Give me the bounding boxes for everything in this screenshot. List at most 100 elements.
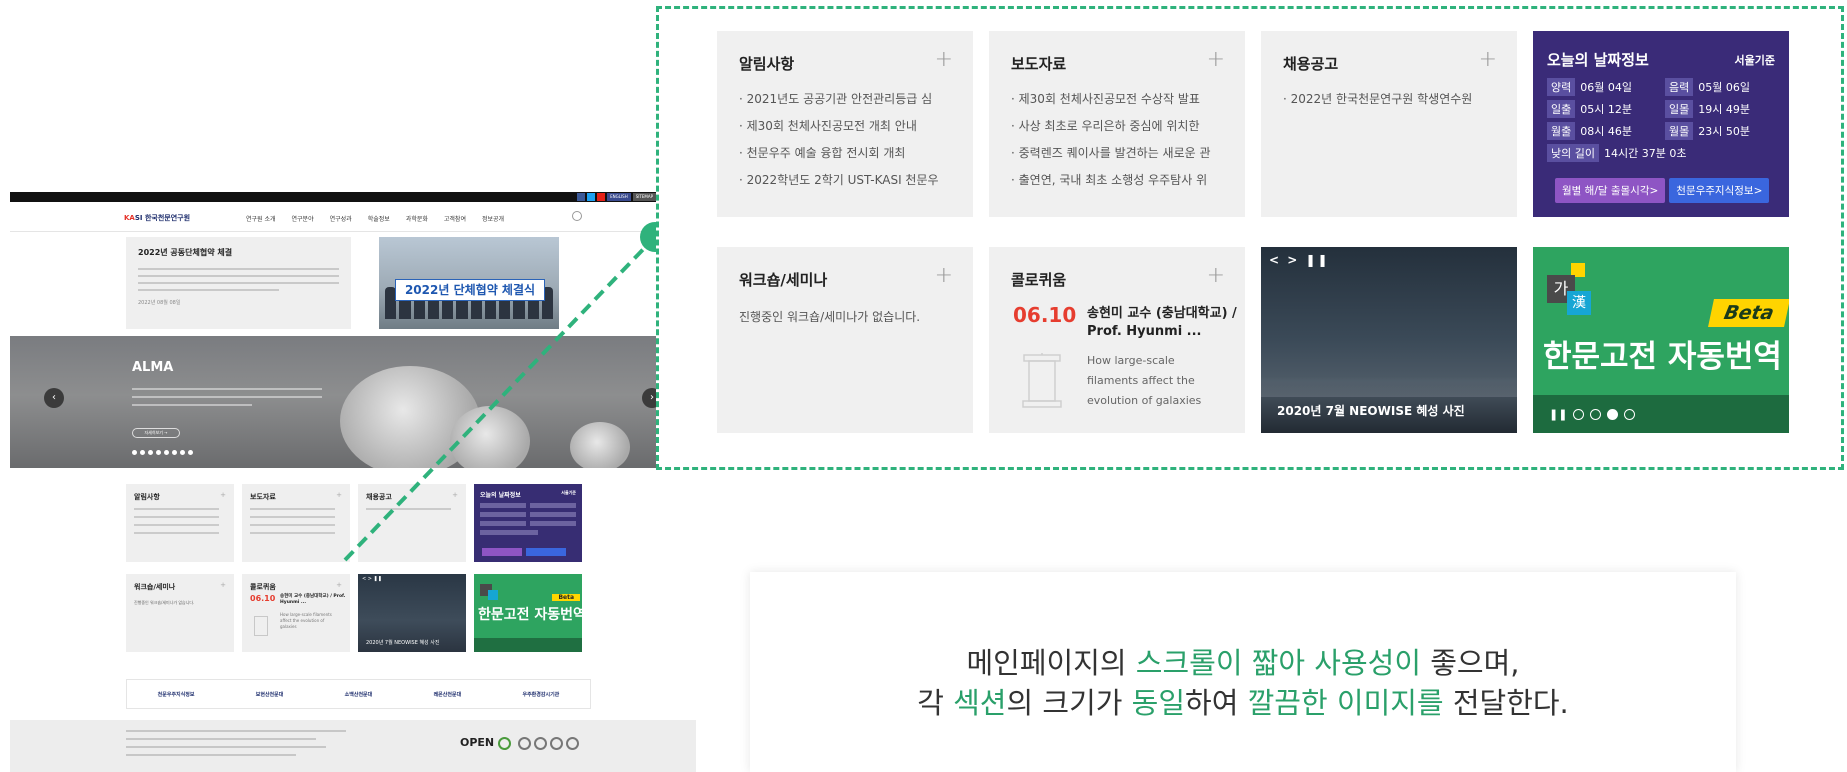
- list-item[interactable]: · 2022학년도 2학기 UST-KASI 천문우: [739, 167, 951, 194]
- thumb-photo-banner: 2022년 단체협약 체결식: [395, 279, 545, 301]
- thumb-notice-box[interactable]: 2022년 공동단체협약 체결 2022년 08월 08일: [126, 237, 351, 329]
- thumb-org-logo[interactable]: 보현산천문대: [256, 691, 284, 698]
- list-item[interactable]: · 제30회 천체사진공모전 수상작 발표: [1011, 86, 1223, 113]
- thumb-text-line: [138, 275, 339, 277]
- pager-dot-active[interactable]: [1607, 409, 1619, 420]
- thumb-nav-item[interactable]: 연구분야: [292, 214, 314, 223]
- moon-times-button[interactable]: 월별 해/달 출몰시각>: [1555, 178, 1666, 203]
- thumb-logo[interactable]: KASI 한국천문연구원: [124, 213, 190, 223]
- facebook-icon[interactable]: [577, 193, 586, 201]
- cert-badge-icon: [534, 737, 547, 750]
- thumb-nav: 연구원 소개 연구분야 연구성과 학술정보 과학문화 고객참여 정보공개: [246, 214, 504, 223]
- pager-dot[interactable]: [1590, 409, 1602, 420]
- plus-icon[interactable]: +: [220, 581, 226, 589]
- thumb-nav-item[interactable]: 연구성과: [330, 214, 352, 223]
- card-workshop[interactable]: 워크숍/세미나 + 진행중인 워크숍/세미나가 없습니다.: [717, 247, 973, 433]
- list-item[interactable]: · 천문우주 예술 융합 전시회 개최: [739, 140, 951, 167]
- today-location: 서울기준: [1734, 54, 1775, 67]
- plus-icon[interactable]: +: [935, 265, 953, 287]
- caption-line-1: 메인페이지의 스크롤이 짧아 사용성이 좋으며,: [966, 646, 1520, 680]
- thumb-card-photo[interactable]: < > ❚❚ 2020년 7월 NEOWISE 혜성 사진: [358, 574, 466, 652]
- open-logo: OPEN: [460, 736, 495, 749]
- cert-badge-icon: [566, 737, 579, 750]
- thumb-card-today[interactable]: 오늘의 날짜정보 서울기준: [474, 484, 582, 562]
- plus-icon[interactable]: +: [1479, 49, 1497, 71]
- plus-icon[interactable]: +: [452, 491, 458, 499]
- thumb-ceremony-photo[interactable]: 2022년 단체협약 체결식: [379, 237, 559, 329]
- thumb-nav-item[interactable]: 고객참여: [444, 214, 466, 223]
- cert-badge-icon: [518, 737, 531, 750]
- thumb-card-translate[interactable]: Beta 한문고전 자동번역: [474, 574, 582, 652]
- plus-icon[interactable]: +: [935, 49, 953, 71]
- today-row: 음력 05월 06일: [1665, 78, 1775, 96]
- card-colloquium[interactable]: 콜로퀴움 + 06.10 송현미 교수 (충남대학교) / Prof. Hyun…: [989, 247, 1245, 433]
- caption-line-2: 각 섹션의 크기가 동일하여 깔끔한 이미지를 전달한다.: [917, 686, 1569, 720]
- thumb-footer: OPEN: [10, 720, 696, 772]
- podium-icon: [1022, 353, 1062, 408]
- thumb-english-link[interactable]: ENGLISH: [607, 193, 631, 201]
- list-item[interactable]: · 사상 최초로 우리은하 중심에 위치한: [1011, 113, 1223, 140]
- card-today-info: 오늘의 날짜정보 서울기준 양력 06월 04일 음력 05월 06일 일출 05시 …: [1533, 31, 1789, 217]
- thumb-colloquium-date: 06.10: [250, 594, 276, 603]
- plus-icon[interactable]: +: [336, 581, 342, 589]
- pause-icon[interactable]: ❚❚: [1549, 408, 1567, 421]
- today-row-daylength: 낮의 길이 14시간 37분 0초: [1547, 144, 1775, 162]
- plus-icon[interactable]: +: [1207, 49, 1225, 71]
- plus-icon[interactable]: +: [336, 491, 342, 499]
- thumb-search-icon[interactable]: [572, 211, 582, 221]
- thumb-nav-item[interactable]: 정보공개: [482, 214, 504, 223]
- beta-badge: Beta: [1708, 299, 1789, 327]
- plus-icon[interactable]: +: [1207, 265, 1225, 287]
- card-title: 콜로퀴움: [1011, 271, 1067, 289]
- photo-caption: 2020년 7월 NEOWISE 혜성 사진: [1277, 404, 1465, 418]
- thumb-translate-title: 한문고전 자동번역: [478, 607, 582, 623]
- thumb-hero-more-button[interactable]: 자세히보기 →: [132, 428, 180, 438]
- thumb-card-colloquium[interactable]: 콜로퀴움 + 06.10 송현미 교수 (충남대학교) / Prof. Hyunm…: [242, 574, 350, 652]
- card-notice[interactable]: 알림사항 + · 2021년도 공공기관 안전관리등급 심 · 제30회 천체사…: [717, 31, 973, 217]
- thumb-moon-button[interactable]: [482, 548, 522, 556]
- thumb-card-title: 알림사항: [134, 493, 160, 501]
- photo-slider-controls[interactable]: < > ❚❚: [1269, 253, 1330, 267]
- list-item[interactable]: · 2022년 한국천문연구원 학생연수원: [1283, 86, 1495, 113]
- today-row: 일출 05시 12분: [1547, 100, 1665, 118]
- list-item[interactable]: · 제30회 천체사진공모전 개최 안내: [739, 113, 951, 140]
- colloquium-talk[interactable]: How large-scale filaments affect the evo…: [1087, 351, 1227, 411]
- antenna-image: [450, 406, 530, 468]
- pager-dot[interactable]: [1573, 409, 1585, 420]
- list-item[interactable]: · 출연연, 국내 최초 소행성 우주탐사 위: [1011, 167, 1223, 194]
- pager-dot[interactable]: [1624, 409, 1636, 420]
- thumb-text-line: [138, 282, 339, 284]
- card-press[interactable]: 보도자료 + · 제30회 천체사진공모전 수상작 발표 · 사상 최초로 우리…: [989, 31, 1245, 217]
- thumb-org-logo[interactable]: 소백산천문대: [345, 691, 373, 698]
- card-recruit[interactable]: 채용공고 + · 2022년 한국천문연구원 학생연수원: [1261, 31, 1517, 217]
- today-buttons: 월별 해/달 출몰시각> 천문우주지식정보>: [1555, 178, 1770, 203]
- thumb-text-line: [132, 396, 322, 398]
- thumb-org-logo[interactable]: 천문우주지식정보: [158, 691, 195, 698]
- thumb-card-notice[interactable]: 알림사항 +: [126, 484, 234, 562]
- thumb-org-logo[interactable]: 레몬산천문대: [434, 691, 462, 698]
- thumb-info-button[interactable]: [526, 548, 566, 556]
- thumb-prev-arrow-icon[interactable]: ‹: [44, 388, 64, 408]
- space-info-button[interactable]: 천문우주지식정보>: [1669, 178, 1770, 203]
- colloquium-speaker[interactable]: 송현미 교수 (충남대학교) / Prof. Hyunmi ...: [1087, 305, 1237, 341]
- thumb-card-workshop[interactable]: 워크숍/세미나 + 진행중인 워크숍/세미나가 없습니다.: [126, 574, 234, 652]
- thumb-nav-item[interactable]: 학술정보: [368, 214, 390, 223]
- thumb-card-recruit[interactable]: 채용공고 +: [358, 484, 466, 562]
- cert-badge-icon: [550, 737, 563, 750]
- thumb-hero-dots[interactable]: [132, 450, 193, 455]
- plus-icon[interactable]: +: [220, 491, 226, 499]
- list-item[interactable]: · 2021년도 공공기관 안전관리등급 심: [739, 86, 951, 113]
- thumb-gnb: KASI 한국천문연구원 연구원 소개 연구분야 연구성과 학술정보 과학문화 …: [10, 202, 696, 232]
- card-translate-banner[interactable]: 가 漢 Beta 한문고전 자동번역 ❚❚: [1533, 247, 1789, 433]
- twitter-icon[interactable]: [587, 193, 596, 201]
- list-item[interactable]: · 중력렌즈 퀘이사를 발견하는 새로운 관: [1011, 140, 1223, 167]
- thumb-card-press[interactable]: 보도자료 +: [242, 484, 350, 562]
- thumb-nav-item[interactable]: 연구원 소개: [246, 214, 276, 223]
- thumb-sitemap-link[interactable]: SITEMAP: [632, 193, 656, 201]
- hanja-icon: 漢: [1567, 291, 1591, 315]
- card-title: 채용공고: [1283, 55, 1339, 73]
- thumb-nav-item[interactable]: 과학문화: [406, 214, 428, 223]
- thumb-org-logo[interactable]: 우주환경감시기관: [522, 691, 559, 698]
- card-photo[interactable]: < > ❚❚ 2020년 7월 NEOWISE 혜성 사진: [1261, 247, 1517, 433]
- youtube-icon[interactable]: [597, 193, 606, 201]
